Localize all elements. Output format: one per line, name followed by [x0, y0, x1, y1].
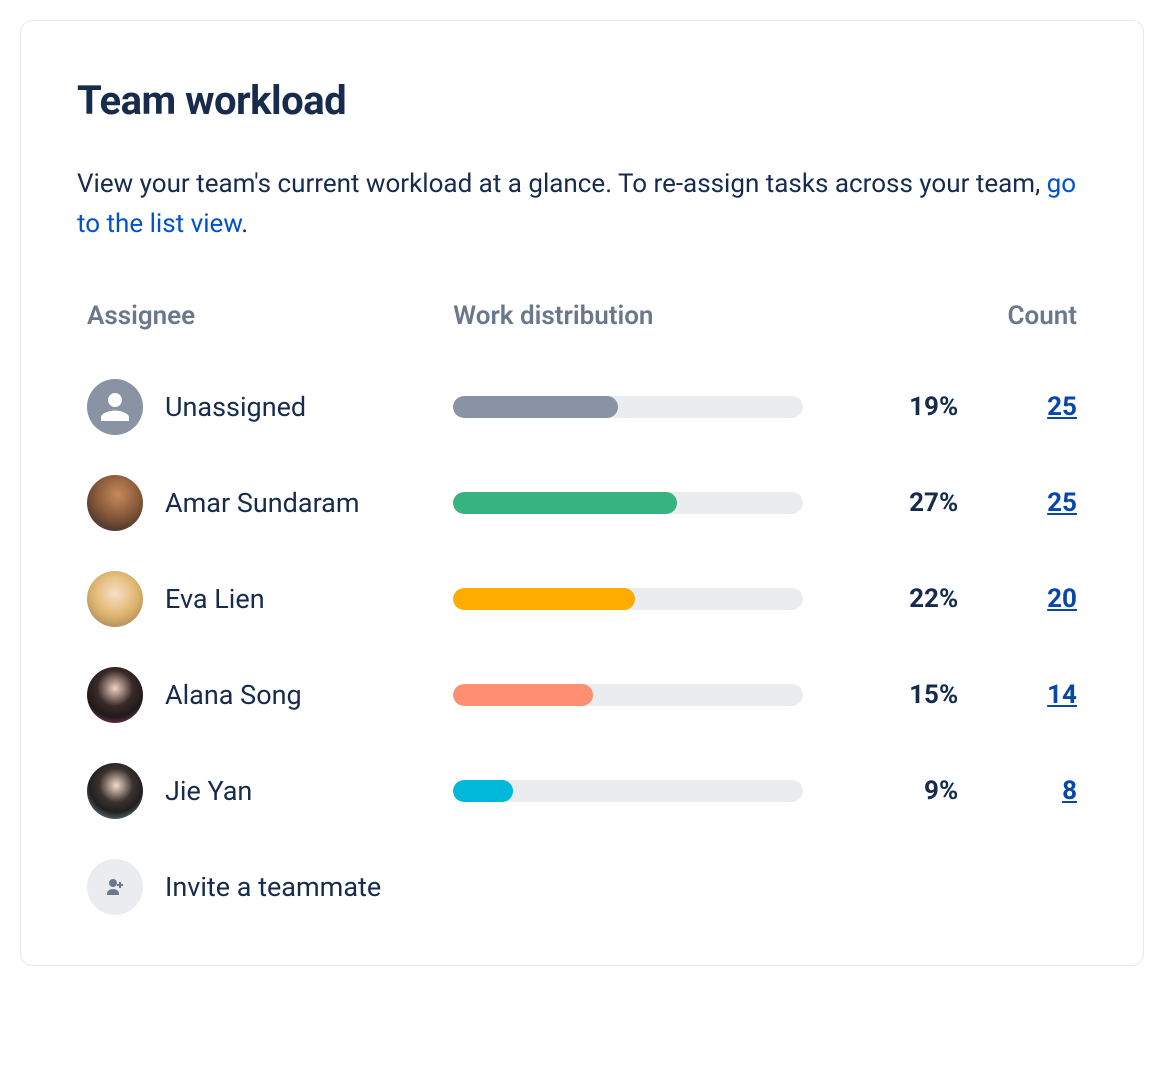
- assignee-name: Amar Sundaram: [165, 487, 360, 519]
- distribution-percent: 27%: [839, 488, 958, 518]
- invite-teammate-label: Invite a teammate: [165, 871, 381, 903]
- description-pre: View your team's current workload at a g…: [77, 169, 1047, 199]
- distribution-bar: [453, 492, 803, 514]
- avatar: [87, 475, 143, 531]
- distribution-bar-fill: [453, 780, 513, 802]
- col-header-count: Count: [958, 301, 1077, 331]
- col-header-distribution: Work distribution: [453, 301, 839, 331]
- distribution-bar: [453, 780, 803, 802]
- description: View your team's current workload at a g…: [77, 164, 1087, 245]
- page-title: Team workload: [77, 77, 1087, 124]
- distribution-percent: 22%: [839, 584, 958, 614]
- table-header-row: Assignee Work distribution Count: [77, 301, 1087, 359]
- assignee-name: Unassigned: [165, 391, 306, 423]
- invite-teammate-row[interactable]: Invite a teammate: [77, 839, 1087, 925]
- distribution-bar-fill: [453, 396, 618, 418]
- avatar: [87, 667, 143, 723]
- table-row: Alana Song 15% 14: [77, 647, 1087, 743]
- team-workload-card: Team workload View your team's current w…: [20, 20, 1144, 966]
- count-link[interactable]: 25: [1047, 392, 1077, 422]
- distribution-bar-fill: [453, 684, 593, 706]
- distribution-bar: [453, 396, 803, 418]
- distribution-bar: [453, 684, 803, 706]
- count-link[interactable]: 14: [1047, 680, 1077, 710]
- distribution-bar-fill: [453, 492, 677, 514]
- assignee-name: Alana Song: [165, 679, 302, 711]
- col-header-assignee: Assignee: [87, 301, 453, 331]
- table-row: Unassigned 19% 25: [77, 359, 1087, 455]
- count-link[interactable]: 8: [1062, 776, 1077, 806]
- workload-table: Assignee Work distribution Count Unassig…: [77, 301, 1087, 925]
- unassigned-avatar-icon: [87, 379, 143, 435]
- table-row: Jie Yan 9% 8: [77, 743, 1087, 839]
- distribution-bar: [453, 588, 803, 610]
- table-row: Amar Sundaram 27% 25: [77, 455, 1087, 551]
- count-link[interactable]: 20: [1047, 584, 1077, 614]
- table-row: Eva Lien 22% 20: [77, 551, 1087, 647]
- distribution-percent: 15%: [839, 680, 958, 710]
- avatar: [87, 763, 143, 819]
- distribution-bar-fill: [453, 588, 635, 610]
- distribution-percent: 19%: [839, 392, 958, 422]
- assignee-name: Eva Lien: [165, 583, 265, 615]
- distribution-percent: 9%: [839, 776, 958, 806]
- avatar: [87, 571, 143, 627]
- invite-teammate-icon: [87, 859, 143, 915]
- description-post: .: [241, 209, 248, 239]
- assignee-name: Jie Yan: [165, 775, 252, 807]
- count-link[interactable]: 25: [1047, 488, 1077, 518]
